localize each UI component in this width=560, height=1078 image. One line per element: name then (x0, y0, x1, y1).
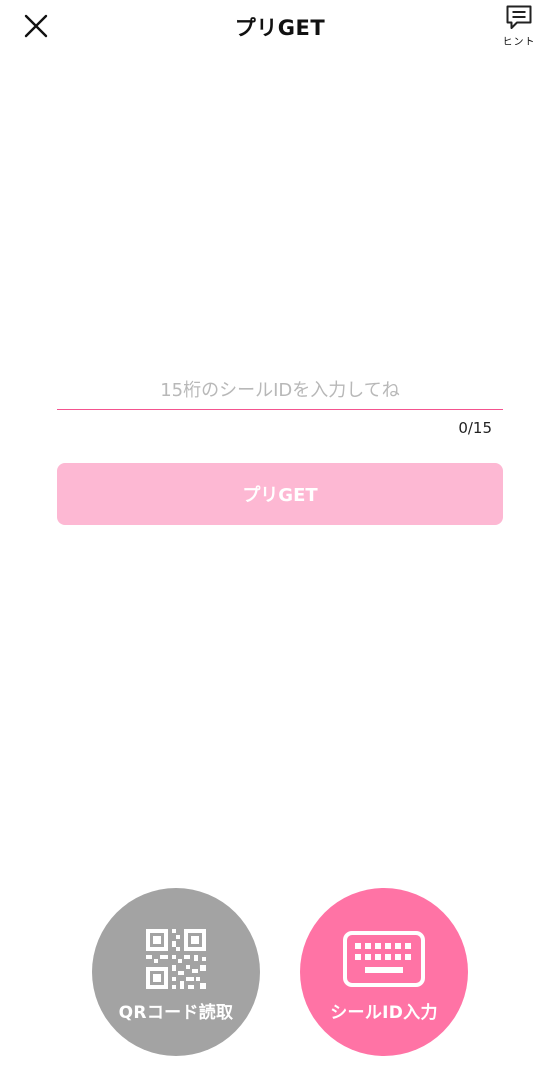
pri-get-button[interactable]: プリGET (57, 463, 503, 525)
character-counter: 0/15 (458, 419, 492, 437)
hint-button[interactable]: ヒント (496, 4, 542, 50)
top-bar: プリGET ヒント (0, 0, 560, 56)
keyboard-icon (343, 931, 425, 987)
id-input-mode-label: シールID入力 (330, 1003, 438, 1023)
id-input-mode-button[interactable]: シールID入力 (300, 888, 468, 1056)
qr-scan-button[interactable]: QRコード読取 (92, 888, 260, 1056)
seal-id-input[interactable] (57, 372, 503, 410)
qr-code-icon (146, 929, 206, 989)
qr-scan-label: QRコード読取 (118, 1003, 234, 1023)
page-title: プリGET (234, 16, 326, 40)
hint-label: ヒント (502, 37, 536, 48)
chat-bubble-icon (506, 5, 532, 29)
